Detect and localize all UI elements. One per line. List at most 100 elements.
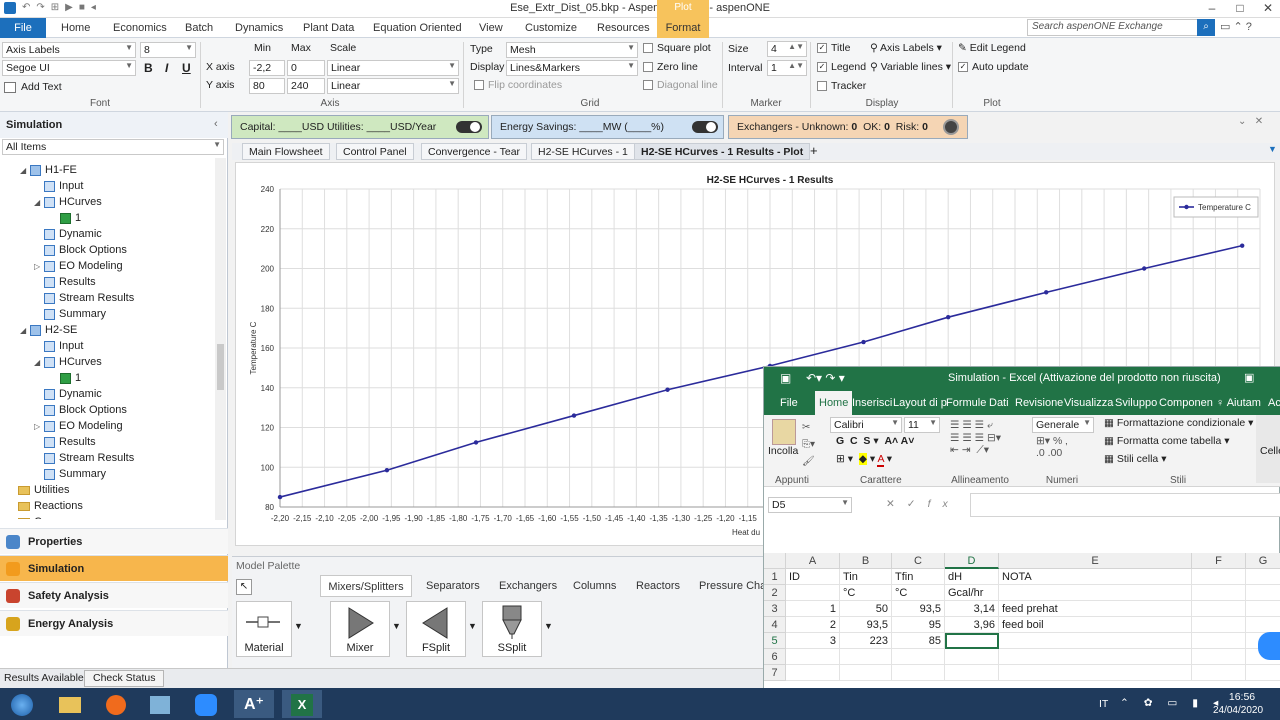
grid-cell[interactable]	[1192, 585, 1246, 601]
tree-item[interactable]: ◢ H1-FE	[0, 162, 214, 178]
palette-tab-exchangers[interactable]: Exchangers	[499, 575, 557, 597]
grid-cell[interactable]	[1246, 569, 1280, 585]
grid-cell[interactable]: °C	[892, 585, 945, 601]
grid-cell[interactable]: 1	[786, 601, 840, 617]
help-icons[interactable]: ▭ ⌃ ?	[1220, 20, 1252, 33]
select-all-corner[interactable]	[764, 553, 786, 569]
menu-economics[interactable]: Economics	[113, 18, 167, 38]
palette-tab-separators[interactable]: Separators	[426, 575, 480, 597]
tree-item[interactable]: Block Options	[0, 402, 214, 418]
font-element-select[interactable]: Axis Labels ▼	[2, 42, 136, 58]
expand-icon[interactable]: ◢	[20, 163, 30, 179]
flip-coordinates-checkbox[interactable]: Flip coordinates	[474, 79, 562, 91]
grid-cell[interactable]	[786, 665, 840, 681]
excel-icon[interactable]: X	[282, 690, 322, 718]
grid-cell[interactable]	[1192, 633, 1246, 649]
grid-cell[interactable]	[1246, 617, 1280, 633]
grid-cell[interactable]	[1246, 601, 1280, 617]
auto-update-checkbox[interactable]: ✓ Auto update	[958, 61, 1029, 73]
palette-item-material[interactable]: Material	[236, 601, 292, 657]
y-axis-max-input[interactable]: 240	[287, 78, 325, 94]
menu-customize[interactable]: Customize	[525, 18, 577, 38]
nav-section-safety-analysis[interactable]: Safety Analysis	[0, 582, 228, 608]
tab-hcurves-results-plot[interactable]: H2-SE HCurves - 1 Results - Plot	[634, 143, 811, 160]
menu-resources[interactable]: Resources	[597, 18, 650, 38]
grid-cell[interactable]: 223	[840, 633, 892, 649]
expand-icon[interactable]: ◢	[34, 355, 44, 371]
column-header[interactable]: C	[892, 553, 945, 569]
grid-cell[interactable]	[1192, 665, 1246, 681]
grid-cell[interactable]: feed prehat	[999, 601, 1192, 617]
x-axis-min-input[interactable]: -2,2	[249, 60, 285, 76]
grid-cell[interactable]: 3,14	[945, 601, 999, 617]
row-header[interactable]: 1	[764, 569, 786, 585]
grid-cell[interactable]: ID	[786, 569, 840, 585]
tree-item[interactable]: ▷ EO Modeling	[0, 258, 214, 274]
grid-cell[interactable]: NOTA	[999, 569, 1192, 585]
column-header[interactable]: A	[786, 553, 840, 569]
excel-menu-file[interactable]: File	[780, 391, 798, 415]
column-header[interactable]: D	[945, 553, 999, 569]
excel-menu-home[interactable]: Home	[815, 391, 853, 415]
grid-cell[interactable]: 3,96	[945, 617, 999, 633]
palette-tab-mixers[interactable]: Mixers/Splitters	[320, 575, 412, 597]
tab-main-flowsheet[interactable]: Main Flowsheet	[242, 143, 330, 160]
tracker-checkbox[interactable]: Tracker	[817, 80, 866, 92]
grid-cell[interactable]	[1192, 617, 1246, 633]
zoom-icon[interactable]	[186, 690, 226, 718]
alignment-icons[interactable]: ☰ ☰ ☰ ⤶ ☰ ☰ ☰ ⊟▾ ⇤ ⇥ ⟋▾	[950, 419, 1001, 457]
grid-cell[interactable]	[786, 649, 840, 665]
tab-control-panel[interactable]: Control Panel	[336, 143, 414, 160]
font-family-select[interactable]: Segoe UI ▼	[2, 60, 136, 76]
tab-hcurves[interactable]: H2-SE HCurves - 1	[531, 143, 635, 160]
excel-font-size-select[interactable]: 11 ▼	[904, 417, 940, 433]
axis-labels-button[interactable]: ⚲ Axis Labels ▾	[870, 42, 942, 54]
excel-save-icon[interactable]: ▣	[780, 371, 791, 385]
tree-item[interactable]: ◢ HCurves	[0, 354, 214, 370]
nav-section-simulation[interactable]: Simulation	[0, 555, 228, 581]
grid-cell[interactable]	[1192, 601, 1246, 617]
tree-item[interactable]: Results	[0, 434, 214, 450]
legend-checkbox[interactable]: ✓ Legend	[817, 61, 866, 73]
menu-file[interactable]: File	[0, 18, 46, 38]
nav-section-energy-analysis[interactable]: Energy Analysis	[0, 610, 228, 636]
column-header[interactable]: G	[1246, 553, 1280, 569]
tree-item[interactable]: Utilities	[0, 482, 214, 498]
menu-format[interactable]: Format	[657, 18, 709, 38]
row-header[interactable]: 7	[764, 665, 786, 681]
grid-cell[interactable]	[999, 649, 1192, 665]
tab-list-icon[interactable]: ▼	[1268, 144, 1277, 154]
tree-item[interactable]: Summary	[0, 466, 214, 482]
tab-convergence-tear[interactable]: Convergence - Tear	[421, 143, 528, 160]
fsplit-dropdown-icon[interactable]: ▼	[468, 621, 477, 631]
clock-date[interactable]: 24/04/2020	[1208, 705, 1268, 716]
grid-cell[interactable]: 95	[892, 617, 945, 633]
menu-equation-oriented[interactable]: Equation Oriented	[373, 18, 462, 38]
worksheet-grid[interactable]: A B C D E F G 1 ID Tin Tfin dH NOTA 2 °C °C Gcal/hr 3 1 50 9…	[764, 553, 1280, 689]
name-box[interactable]: D5 ▼	[768, 497, 852, 513]
nav-filter-select[interactable]: All Items ▼	[2, 139, 224, 155]
tree-item[interactable]: Summary	[0, 306, 214, 322]
language-indicator[interactable]: IT	[1099, 698, 1108, 710]
conditional-formatting-button[interactable]: ▦ Formattazione condizionale ▾	[1104, 417, 1253, 429]
grid-cell[interactable]	[1246, 585, 1280, 601]
nav-section-properties[interactable]: Properties	[0, 528, 228, 554]
menu-home[interactable]: Home	[61, 18, 90, 38]
paste-icon[interactable]	[772, 419, 796, 445]
x-axis-max-input[interactable]: 0	[287, 60, 325, 76]
cell-styles-button[interactable]: ▦ Stili cella ▾	[1104, 453, 1166, 465]
add-text-button[interactable]: Add Text	[21, 81, 62, 93]
column-header[interactable]: E	[999, 553, 1192, 569]
excel-menu-review[interactable]: Revisione	[1015, 391, 1063, 415]
pointer-icon[interactable]: ↖	[236, 579, 252, 595]
start-button[interactable]	[2, 690, 42, 718]
grid-cell[interactable]: 93,5	[892, 601, 945, 617]
tree-item[interactable]: 1	[0, 370, 214, 386]
paste-button[interactable]: Incolla	[768, 445, 798, 457]
menu-batch[interactable]: Batch	[185, 18, 213, 38]
grid-cell[interactable]: Gcal/hr	[945, 585, 999, 601]
grid-cell[interactable]: 2	[786, 617, 840, 633]
grid-cell[interactable]: 3	[786, 633, 840, 649]
excel-ribbon-options-icon[interactable]: ▣	[1244, 371, 1254, 384]
diagonal-line-checkbox[interactable]: Diagonal line	[643, 79, 718, 91]
